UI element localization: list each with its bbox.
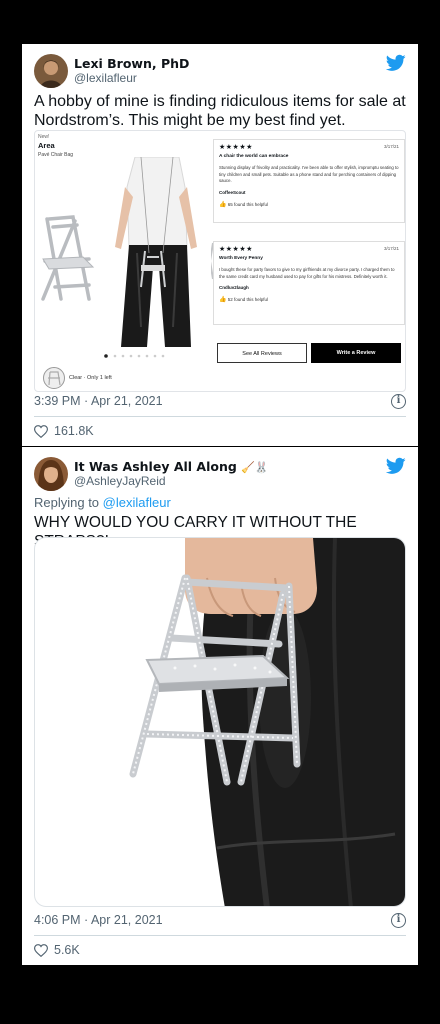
user-handle[interactable]: @AshleyJayReid: [74, 474, 166, 488]
heart-icon[interactable]: [33, 425, 49, 439]
review-body: Stunning display of frivolity and practi…: [219, 165, 399, 184]
star-rating: ★★★★★: [219, 246, 253, 253]
like-button[interactable]: 5.6K: [33, 943, 80, 958]
tweet-header: It Was Ashley All Along 🧹🐰 @AshleyJayRei…: [34, 457, 406, 493]
name-emoji: 🧹🐰: [241, 461, 269, 474]
review-card: ★★★★★ 3/17/21 Worth Every Penny I bought…: [213, 241, 405, 325]
review-author: Cndluv2laugh: [219, 285, 249, 291]
model-photo-image: [101, 157, 211, 347]
chair-thumbnail-image: [41, 215, 95, 301]
thumbs-up-icon[interactable]: 👍: [219, 297, 226, 303]
star-rating: ★★★★★: [219, 144, 253, 151]
carousel-dots[interactable]: [103, 353, 167, 359]
info-icon[interactable]: i: [391, 913, 406, 928]
user-name[interactable]: It Was Ashley All Along 🧹🐰: [74, 459, 269, 474]
color-swatch[interactable]: [43, 367, 65, 389]
write-review-button[interactable]: Write a Review: [311, 343, 401, 363]
review-card: ★★★★★ 3/17/21 A chair the world can embr…: [213, 139, 405, 223]
helpful-label: 65 found this helpful: [227, 201, 269, 207]
user-handle[interactable]: @lexilafleur: [74, 71, 137, 85]
embedded-screenshot[interactable]: New! Area Pavé Chair Bag ★★★★★ 3/17/21 A…: [34, 130, 406, 392]
replying-to-link[interactable]: @lexilafleur: [103, 495, 171, 510]
like-button[interactable]: 161.8K: [33, 424, 94, 439]
helpful-count[interactable]: 👍 65 found this helpful: [219, 201, 399, 208]
divider: [34, 935, 406, 936]
tweet-timestamp[interactable]: 4:06 PM · Apr 21, 2021: [34, 913, 163, 927]
chair-swatch-icon: [48, 371, 61, 386]
twitter-bird-icon[interactable]: [386, 54, 406, 72]
tweet-timestamp[interactable]: 3:39 PM · Apr 21, 2021: [34, 394, 163, 408]
review-date: 3/17/21: [383, 144, 399, 149]
helpful-label: 52 found this helpful: [227, 297, 269, 303]
info-icon[interactable]: i: [391, 394, 406, 409]
tweet-lexi-brown[interactable]: Lexi Brown, PhD @lexilafleur A hobby of …: [22, 44, 418, 446]
tweet-ashley-reid[interactable]: It Was Ashley All Along 🧹🐰 @AshleyJayRei…: [22, 447, 418, 965]
like-count: 5.6K: [54, 943, 80, 957]
avatar[interactable]: [34, 457, 68, 491]
twitter-bird-icon[interactable]: [386, 457, 406, 475]
chair-bag-photo-image: [129, 538, 405, 906]
review-body: I bought these for party favors to give …: [219, 267, 395, 279]
review-title: Worth Every Penny: [219, 256, 263, 261]
product-name: Pavé Chair Bag: [38, 152, 74, 158]
brand-title: Area: [38, 141, 55, 150]
new-badge: New!: [38, 134, 50, 140]
avatar[interactable]: [34, 54, 68, 88]
thumbs-up-icon[interactable]: 👍: [219, 202, 226, 208]
tweet-text: A hobby of mine is finding ridiculous it…: [34, 93, 406, 129]
divider: [34, 416, 406, 417]
replying-to: Replying to @lexilafleur: [34, 495, 171, 510]
like-count: 161.8K: [54, 424, 94, 438]
tweet-header: Lexi Brown, PhD @lexilafleur: [34, 54, 406, 90]
user-name[interactable]: Lexi Brown, PhD: [74, 56, 189, 71]
review-date: 3/17/21: [383, 246, 399, 251]
helpful-count[interactable]: 👍 52 found this helpful: [219, 296, 399, 303]
see-all-reviews-button[interactable]: See All Reviews: [217, 343, 307, 363]
replying-prefix: Replying to: [34, 495, 100, 510]
tweet-photo[interactable]: [34, 537, 406, 907]
review-title: A chair the world can embrace: [219, 154, 289, 159]
review-author: CoffeeScout: [219, 189, 246, 195]
stock-status: Clear · Only 1 left: [69, 375, 112, 381]
heart-icon[interactable]: [33, 944, 49, 958]
user-name-text: It Was Ashley All Along: [74, 459, 237, 474]
